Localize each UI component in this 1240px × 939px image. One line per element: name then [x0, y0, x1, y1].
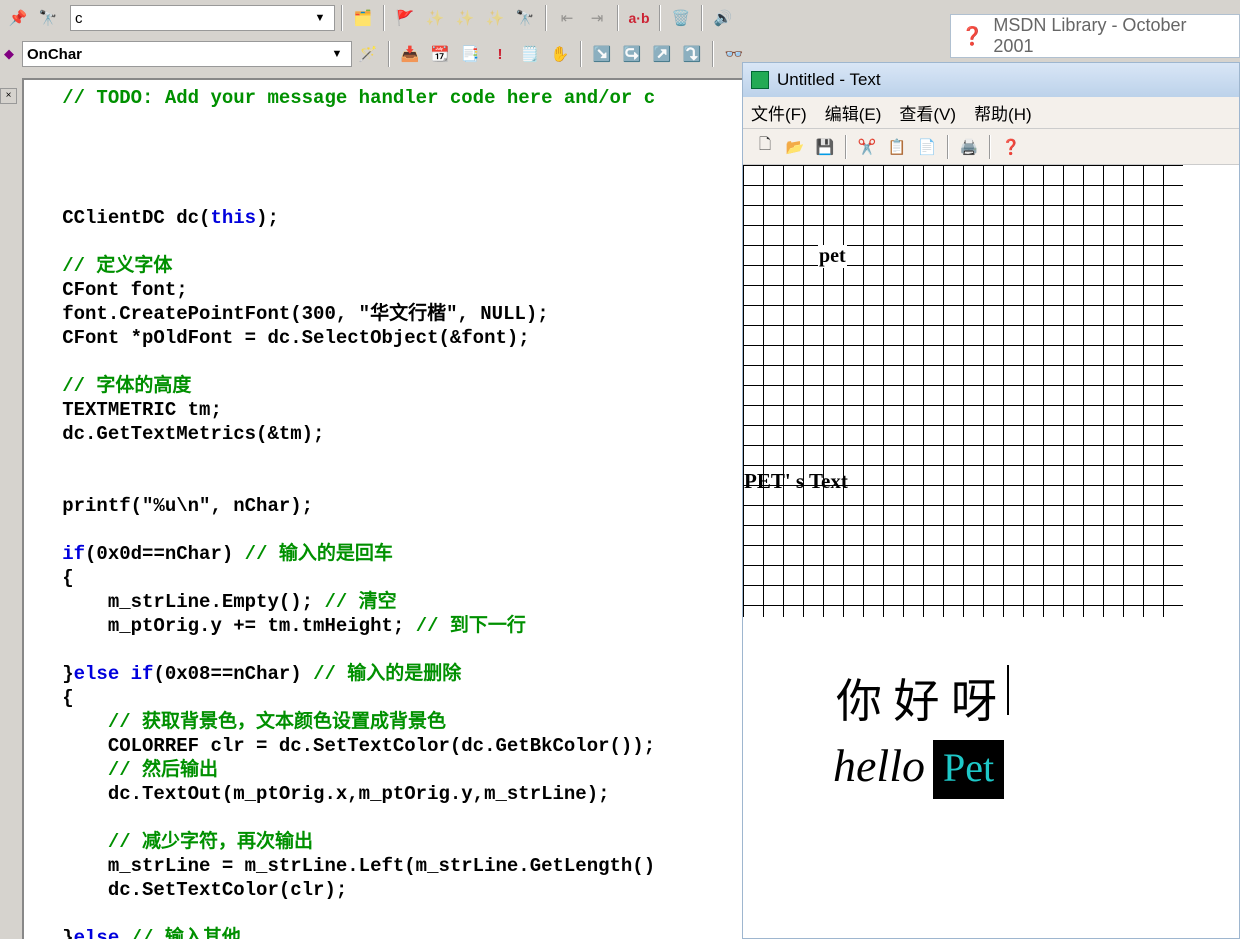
ab-icon[interactable]: a·b: [625, 4, 653, 32]
text-caret: [1007, 665, 1009, 715]
hello-line: hello Pet: [833, 739, 1004, 799]
msdn-title-text: MSDN Library - October 2001: [993, 15, 1229, 57]
find-combo-value: c: [75, 10, 83, 27]
separator: [845, 135, 847, 159]
tool-icon[interactable]: 🗂️: [349, 4, 377, 32]
separator: [701, 5, 703, 31]
open-file-icon[interactable]: 📂: [781, 133, 809, 161]
trash-icon[interactable]: 🗑️: [667, 4, 695, 32]
flag-icon[interactable]: 🚩: [391, 4, 419, 32]
paste-icon[interactable]: 📄: [913, 133, 941, 161]
wand2-icon[interactable]: ✨: [451, 4, 479, 32]
separator: [947, 135, 949, 159]
print-icon[interactable]: 🖨️: [955, 133, 983, 161]
grid-text-pet: pet: [818, 245, 847, 268]
step-into-icon[interactable]: ↘️: [588, 40, 616, 68]
step-over-icon[interactable]: ↪️: [618, 40, 646, 68]
separator: [659, 5, 661, 31]
step-out-icon[interactable]: ↗️: [648, 40, 676, 68]
dock-close-stub[interactable]: ×: [0, 88, 17, 104]
wand-icon[interactable]: ✨: [421, 4, 449, 32]
binoculars-tool-icon[interactable]: 🔭: [34, 4, 62, 32]
separator: [712, 41, 714, 67]
breakpoint-icon[interactable]: !: [486, 40, 514, 68]
menu-edit[interactable]: 编辑(E): [825, 100, 882, 125]
hand-icon[interactable]: ✋: [546, 40, 574, 68]
menu-view[interactable]: 查看(V): [899, 100, 956, 125]
separator: [989, 135, 991, 159]
app-toolbar: 🗋 📂 💾 ✂️ 📋 📄 🖨️ ❓: [743, 129, 1239, 165]
grid-text-pets-text: PET' s Text: [744, 469, 848, 494]
window-title: Untitled - Text: [777, 70, 881, 90]
diamond-icon: ◆: [4, 46, 14, 62]
titlebar[interactable]: Untitled - Text: [743, 63, 1239, 97]
tool-b-icon[interactable]: 📆: [426, 40, 454, 68]
sound-icon[interactable]: 🔊: [709, 4, 737, 32]
grid-background: [743, 165, 1183, 617]
code-editor[interactable]: // TODO: Add your message handler code h…: [22, 78, 742, 939]
separator: [383, 5, 385, 31]
new-file-icon[interactable]: 🗋: [751, 133, 779, 161]
app-icon: [751, 71, 769, 89]
tool-c-icon[interactable]: 📑: [456, 40, 484, 68]
wizard-icon[interactable]: 🪄: [354, 40, 382, 68]
code-content[interactable]: // TODO: Add your message handler code h…: [28, 86, 742, 939]
hello-word: hello: [833, 739, 925, 792]
separator: [617, 5, 619, 31]
run-to-icon[interactable]: ⤵️: [678, 40, 706, 68]
function-combo-value: OnChar: [27, 46, 82, 63]
pet-highlight: Pet: [933, 740, 1004, 799]
separator: [545, 5, 547, 31]
menubar: 文件(F) 编辑(E) 查看(V) 帮助(H): [743, 97, 1239, 129]
pin-icon[interactable]: 📌: [4, 4, 32, 32]
separator: [341, 5, 343, 31]
indent-icon[interactable]: ⇥: [583, 4, 611, 32]
find-combo[interactable]: c ▼: [70, 5, 335, 31]
chinese-line: 你 好 呀: [836, 665, 997, 731]
chevron-down-icon[interactable]: ▼: [327, 48, 347, 60]
help-book-icon: ❓: [961, 26, 983, 47]
outdent-icon[interactable]: ⇤: [553, 4, 581, 32]
msdn-window-title: ❓ MSDN Library - October 2001: [950, 14, 1240, 58]
tool-d-icon[interactable]: 🗒️: [516, 40, 544, 68]
wand3-icon[interactable]: ✨: [481, 4, 509, 32]
client-area[interactable]: pet PET' s Text 你 好 呀 hello Pet: [743, 165, 1239, 938]
menu-help[interactable]: 帮助(H): [974, 100, 1032, 125]
cut-icon[interactable]: ✂️: [853, 133, 881, 161]
text-app-window: Untitled - Text 文件(F) 编辑(E) 查看(V) 帮助(H) …: [742, 62, 1240, 939]
copy-icon[interactable]: 📋: [883, 133, 911, 161]
separator: [580, 41, 582, 67]
binoculars-icon[interactable]: 🔭: [511, 4, 539, 32]
tool-a-icon[interactable]: 📥: [396, 40, 424, 68]
separator: [388, 41, 390, 67]
save-file-icon[interactable]: 💾: [811, 133, 839, 161]
help-icon[interactable]: ❓: [997, 133, 1025, 161]
menu-file[interactable]: 文件(F): [751, 100, 807, 125]
chevron-down-icon[interactable]: ▼: [310, 12, 330, 24]
function-combo[interactable]: OnChar ▼: [22, 41, 352, 67]
